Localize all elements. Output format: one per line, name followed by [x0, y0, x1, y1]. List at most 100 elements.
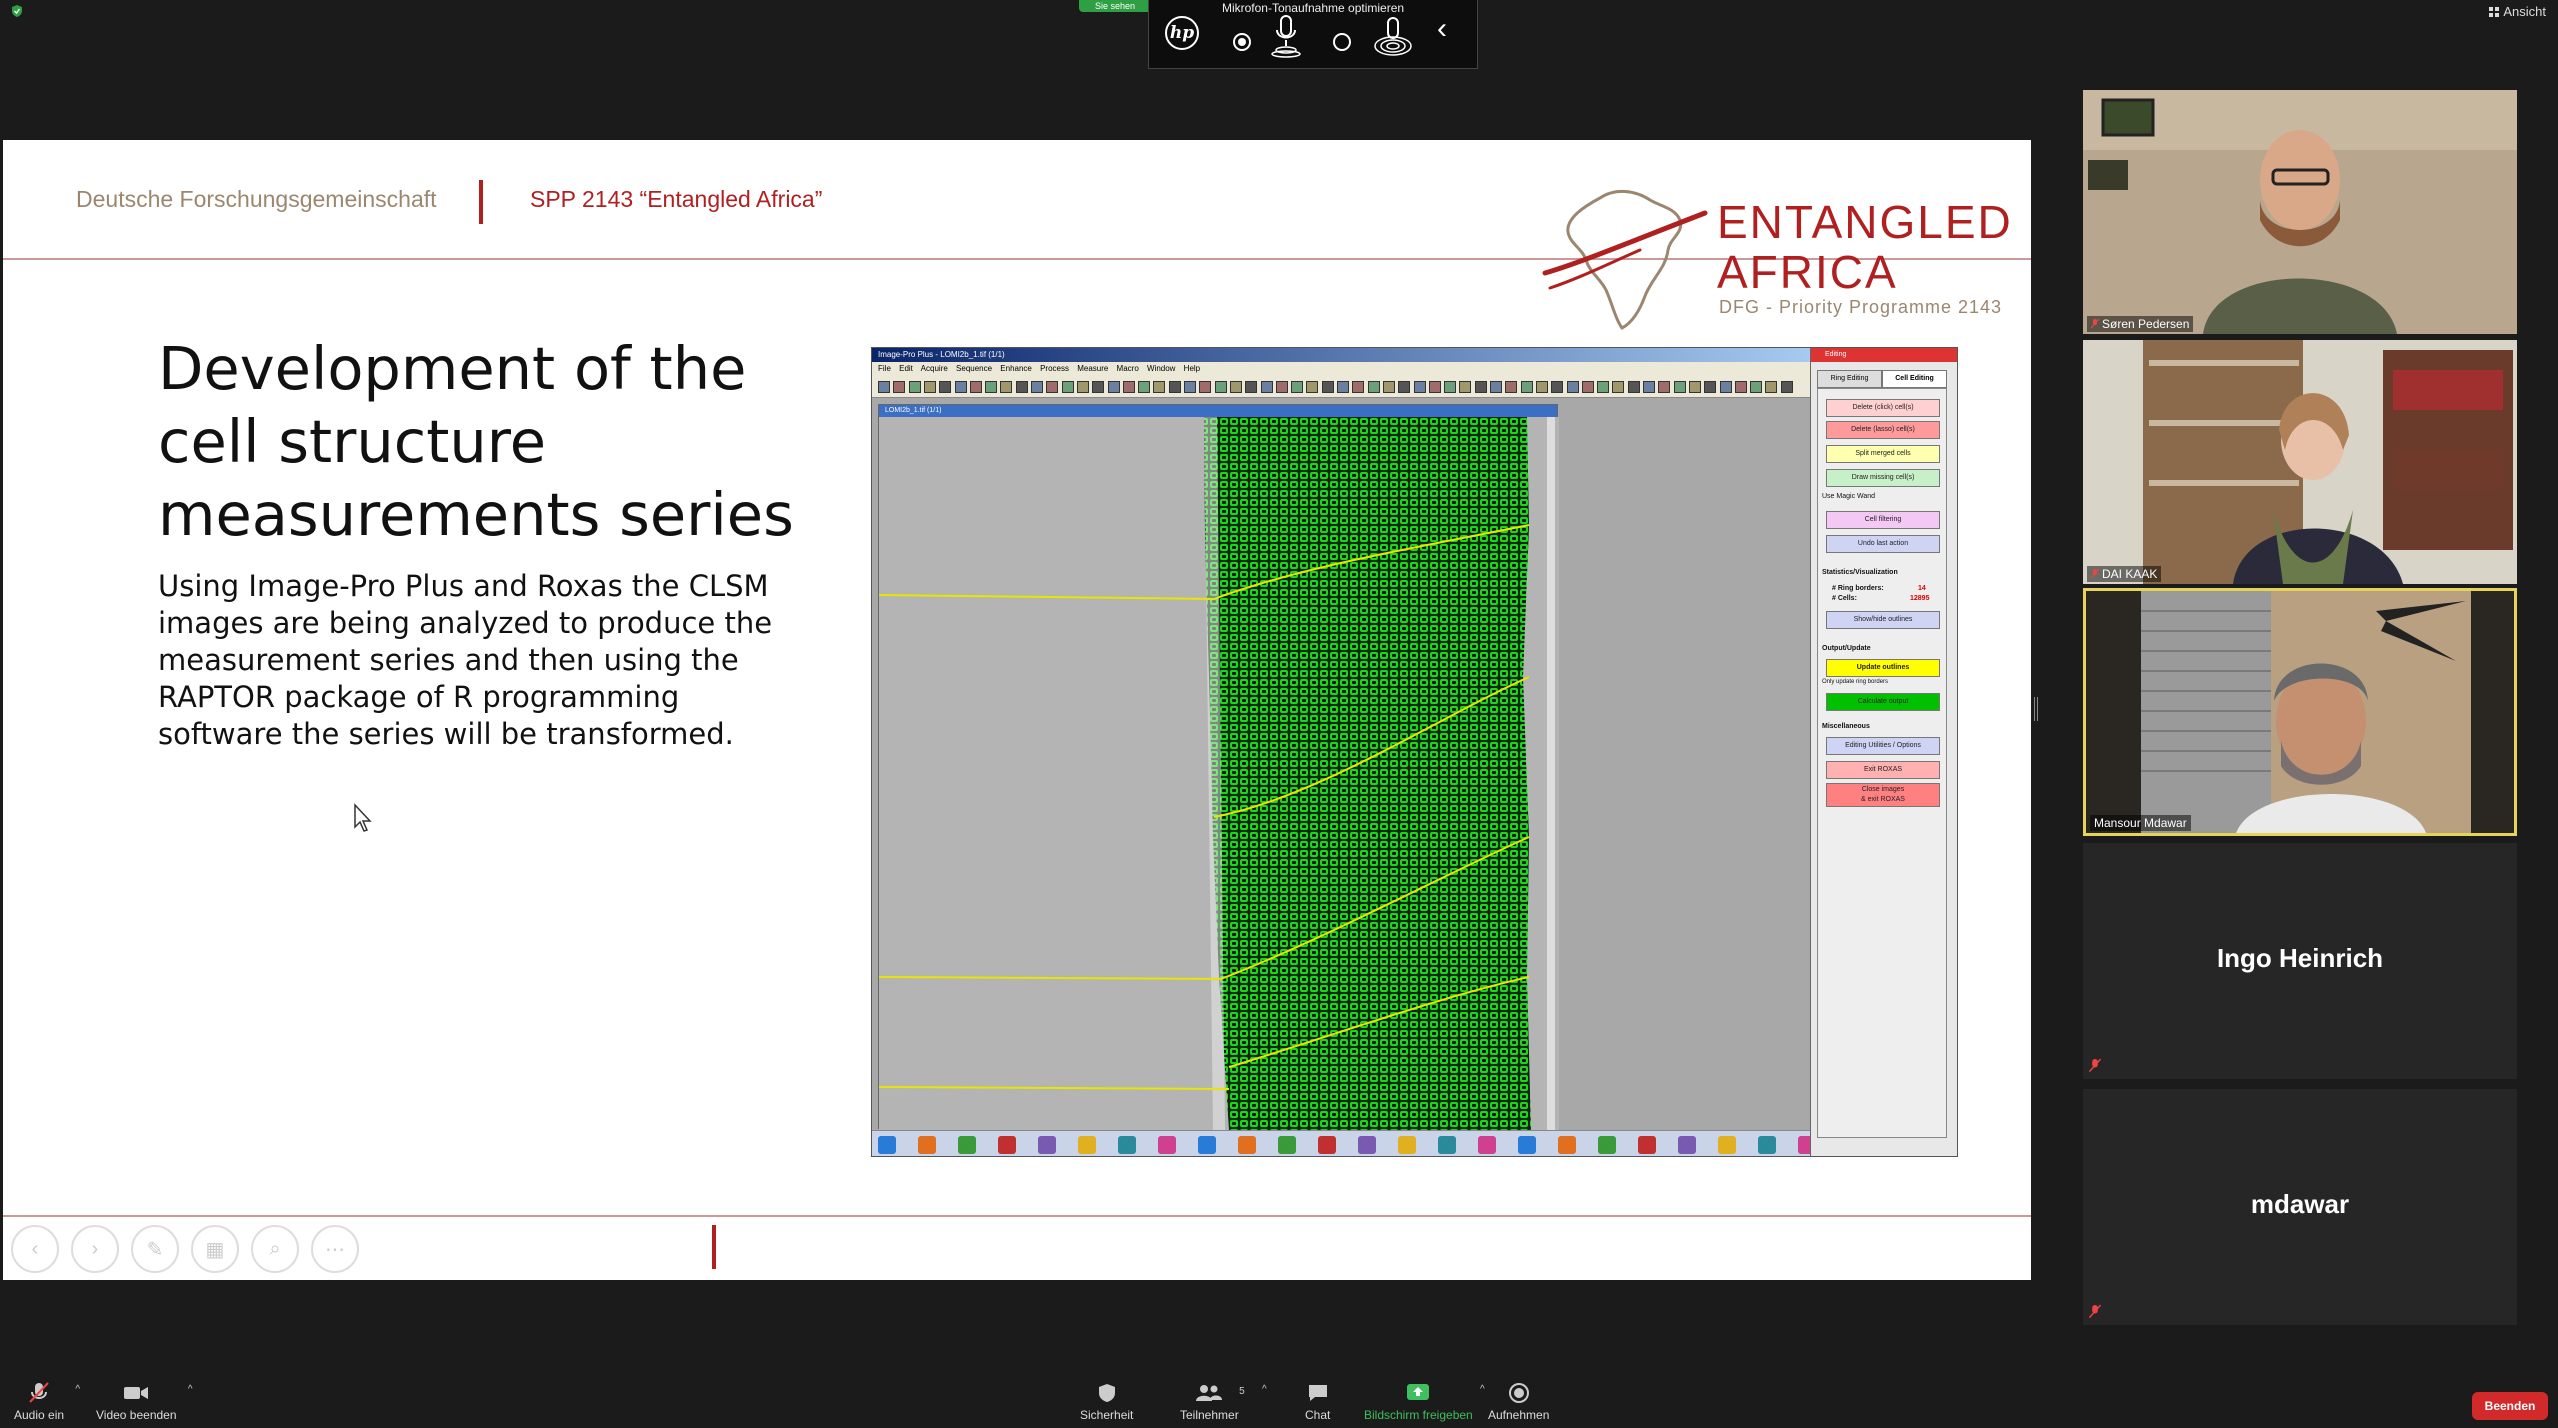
chat-icon: [1308, 1385, 1327, 1401]
toolbar-tool-icon: [985, 381, 998, 393]
zoom-icon[interactable]: ⌕: [251, 1225, 299, 1273]
toolbar-tool-icon: [1046, 381, 1059, 393]
only-update-checkbox[interactable]: Only update ring borders: [1822, 679, 1888, 685]
toolbar-tool-icon: [1520, 381, 1533, 393]
tab-cell-editing[interactable]: Cell Editing: [1882, 370, 1947, 388]
radio-selected[interactable]: [1233, 33, 1251, 51]
shield-icon[interactable]: [10, 4, 24, 18]
toolbar-tool-icon: [1015, 381, 1028, 393]
exit-roxas-button[interactable]: Exit ROXAS: [1826, 761, 1940, 779]
participant-tile[interactable]: mdawar: [2083, 1089, 2517, 1325]
cells-value: 12895: [1910, 595, 1930, 602]
participant-tile[interactable]: DAI KAAK: [2083, 340, 2517, 584]
mic-wave-icon[interactable]: [1371, 14, 1415, 58]
meeting-toolbar: Audio ein ^ Video beenden ^ Sicherheit T…: [0, 1372, 2558, 1428]
chat-button[interactable]: Chat: [1305, 1382, 1330, 1422]
update-outlines-button[interactable]: Update outlines: [1826, 659, 1940, 677]
participant-tile[interactable]: Søren Pedersen: [2083, 90, 2517, 334]
taskbar-app-icon: [1598, 1136, 1616, 1154]
more-icon[interactable]: ⋯: [311, 1225, 359, 1273]
audio-button[interactable]: Audio ein ^: [14, 1382, 80, 1422]
end-meeting-button[interactable]: Beenden: [2472, 1392, 2548, 1420]
caret-up-icon[interactable]: ^: [75, 1384, 80, 1395]
app-menubar: File Edit Acquire Sequence Enhance Proce…: [872, 362, 1810, 376]
participant-tile[interactable]: Ingo Heinrich: [2083, 843, 2517, 1079]
toolbar-tool-icon: [1306, 381, 1319, 393]
magic-wand-checkbox[interactable]: Use Magic Wand: [1822, 493, 1875, 500]
delete-lasso-button[interactable]: Delete (lasso) cell(s): [1826, 421, 1940, 439]
draw-cells-button[interactable]: Draw missing cell(s): [1826, 469, 1940, 487]
caret-up-icon[interactable]: ^: [1480, 1384, 1485, 1395]
taskbar-app-icon: [1358, 1136, 1376, 1154]
chevron-left-icon[interactable]: ‹: [1437, 14, 1447, 44]
security-button[interactable]: Sicherheit: [1080, 1382, 1133, 1422]
prev-icon[interactable]: ‹: [11, 1225, 59, 1273]
ring-borders-label: # Ring borders:: [1832, 585, 1884, 592]
toolbar-tool-icon: [1597, 381, 1610, 393]
toolbar-tool-icon: [1704, 381, 1717, 393]
participant-name: Søren Pedersen: [2087, 316, 2194, 332]
zoom-window: Sie sehen Mikrofon-Tonaufnahme optimiere…: [0, 0, 2558, 1428]
participant-tile-active[interactable]: Mansour Mdawar: [2083, 588, 2517, 836]
mic-muted-icon: [29, 1382, 49, 1403]
taskbar-app-icon: [1478, 1136, 1496, 1154]
stats-label: Statistics/Visualization: [1822, 569, 1898, 576]
toolbar-tool-icon: [908, 381, 921, 393]
close-images-button[interactable]: Close images & exit ROXAS: [1826, 783, 1940, 807]
caret-up-icon[interactable]: ^: [188, 1384, 193, 1395]
cell-filtering-button[interactable]: Cell filtering: [1826, 511, 1940, 529]
toolbar-tool-icon: [893, 381, 906, 393]
view-button[interactable]: Ansicht: [2489, 4, 2546, 19]
toolbar-tool-icon: [969, 381, 982, 393]
toolbar-tool-icon: [1367, 381, 1380, 393]
slideshow-controls: ‹ › ✎ ▦ ⌕ ⋯: [11, 1225, 359, 1273]
participants-button[interactable]: Teilnehmer 5 ^: [1180, 1382, 1267, 1422]
toolbar-tool-icon: [1627, 381, 1640, 393]
toolbar-tool-icon: [1229, 381, 1242, 393]
taskbar-app-icon: [1518, 1136, 1536, 1154]
close-images-line1: Close images: [1861, 786, 1905, 793]
slides-icon[interactable]: ▦: [191, 1225, 239, 1273]
next-icon[interactable]: ›: [71, 1225, 119, 1273]
toolbar-tool-icon: [1490, 381, 1502, 393]
toolbar-tool-icon: [1337, 381, 1349, 393]
toolbar-tool-icon: [1260, 381, 1273, 393]
pen-icon[interactable]: ✎: [131, 1225, 179, 1273]
taskbar-app-icon: [1718, 1136, 1736, 1154]
toolbar-tool-icon: [1551, 381, 1564, 393]
tab-ring-editing[interactable]: Ring Editing: [1817, 370, 1882, 388]
footer-marker: [712, 1225, 716, 1269]
toolbar-tool-icon: [1275, 381, 1288, 393]
participant-video: [2083, 340, 2517, 584]
entangled-africa-logo-icon: [1542, 190, 1708, 330]
video-button[interactable]: Video beenden ^: [96, 1382, 193, 1422]
split-cells-button[interactable]: Split merged cells: [1826, 445, 1940, 463]
utilities-button[interactable]: Editing Utilities / Options: [1826, 737, 1940, 755]
share-screen-button[interactable]: Bildschirm freigeben ^: [1364, 1382, 1485, 1422]
radio-unselected[interactable]: [1333, 33, 1351, 51]
calculate-output-button[interactable]: Calculate output: [1826, 693, 1940, 711]
delete-click-button[interactable]: Delete (click) cell(s): [1826, 399, 1940, 417]
toolbar-tool-icon: [878, 381, 890, 393]
mic-muted-icon: [2091, 569, 2099, 579]
toolbar-tool-icon: [1168, 381, 1181, 393]
logo-subtitle: DFG - Priority Programme 2143: [1719, 297, 2003, 317]
show-hide-button[interactable]: Show/hide outlines: [1826, 611, 1940, 629]
footer-rule: [3, 1215, 2031, 1217]
caret-up-icon[interactable]: ^: [1262, 1384, 1267, 1395]
toolbar-tool-icon: [1184, 381, 1196, 393]
editing-title: Editing: [1811, 348, 1957, 362]
undo-button[interactable]: Undo last action: [1826, 535, 1940, 553]
toolbar-tool-icon: [1138, 381, 1151, 393]
toolbar-tool-icon: [1413, 381, 1426, 393]
toolbar-tool-icon: [1719, 381, 1732, 393]
taskbar-app-icon: [958, 1136, 976, 1154]
mic-icon[interactable]: [1269, 14, 1303, 58]
toolbar-tool-icon: [1643, 381, 1655, 393]
split-handle[interactable]: [2034, 697, 2038, 721]
record-button[interactable]: Aufnehmen: [1488, 1382, 1549, 1422]
viewing-tab[interactable]: Sie sehen: [1079, 0, 1151, 12]
app-toolbar: [872, 376, 1810, 398]
taskbar-app-icon: [1398, 1136, 1416, 1154]
wood-cell-image: [879, 417, 1559, 1130]
